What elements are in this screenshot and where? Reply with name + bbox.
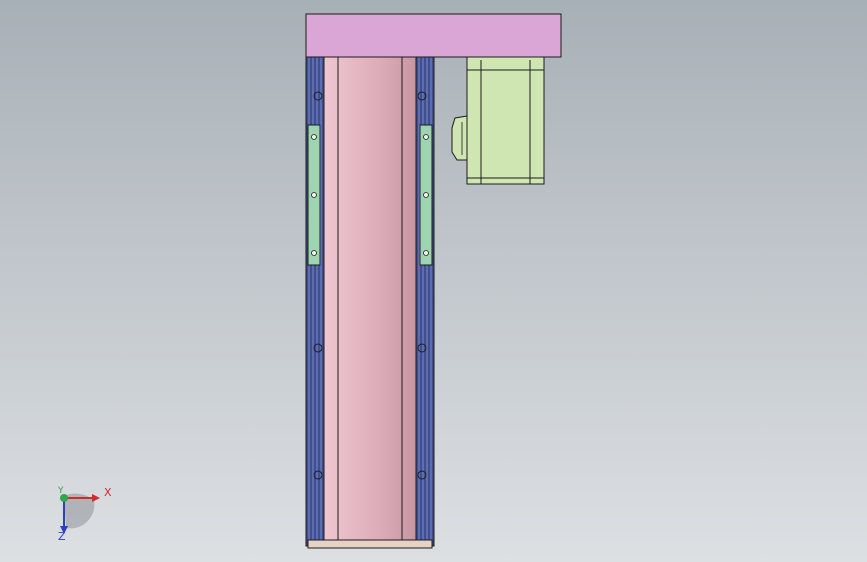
y-axis-label: Y (58, 486, 64, 496)
right-carriage-plate[interactable] (419, 124, 433, 266)
graphics-viewport[interactable]: X Y Z (0, 0, 867, 562)
z-axis-label: Z (58, 530, 66, 543)
model-canvas[interactable] (0, 0, 867, 562)
actuator-body[interactable] (305, 55, 435, 549)
x-axis-label: X (104, 486, 112, 499)
center-tube[interactable] (323, 55, 417, 547)
bottom-end-cap[interactable] (307, 539, 433, 549)
top-mounting-plate[interactable] (305, 13, 562, 58)
left-carriage-plate[interactable] (307, 124, 321, 266)
